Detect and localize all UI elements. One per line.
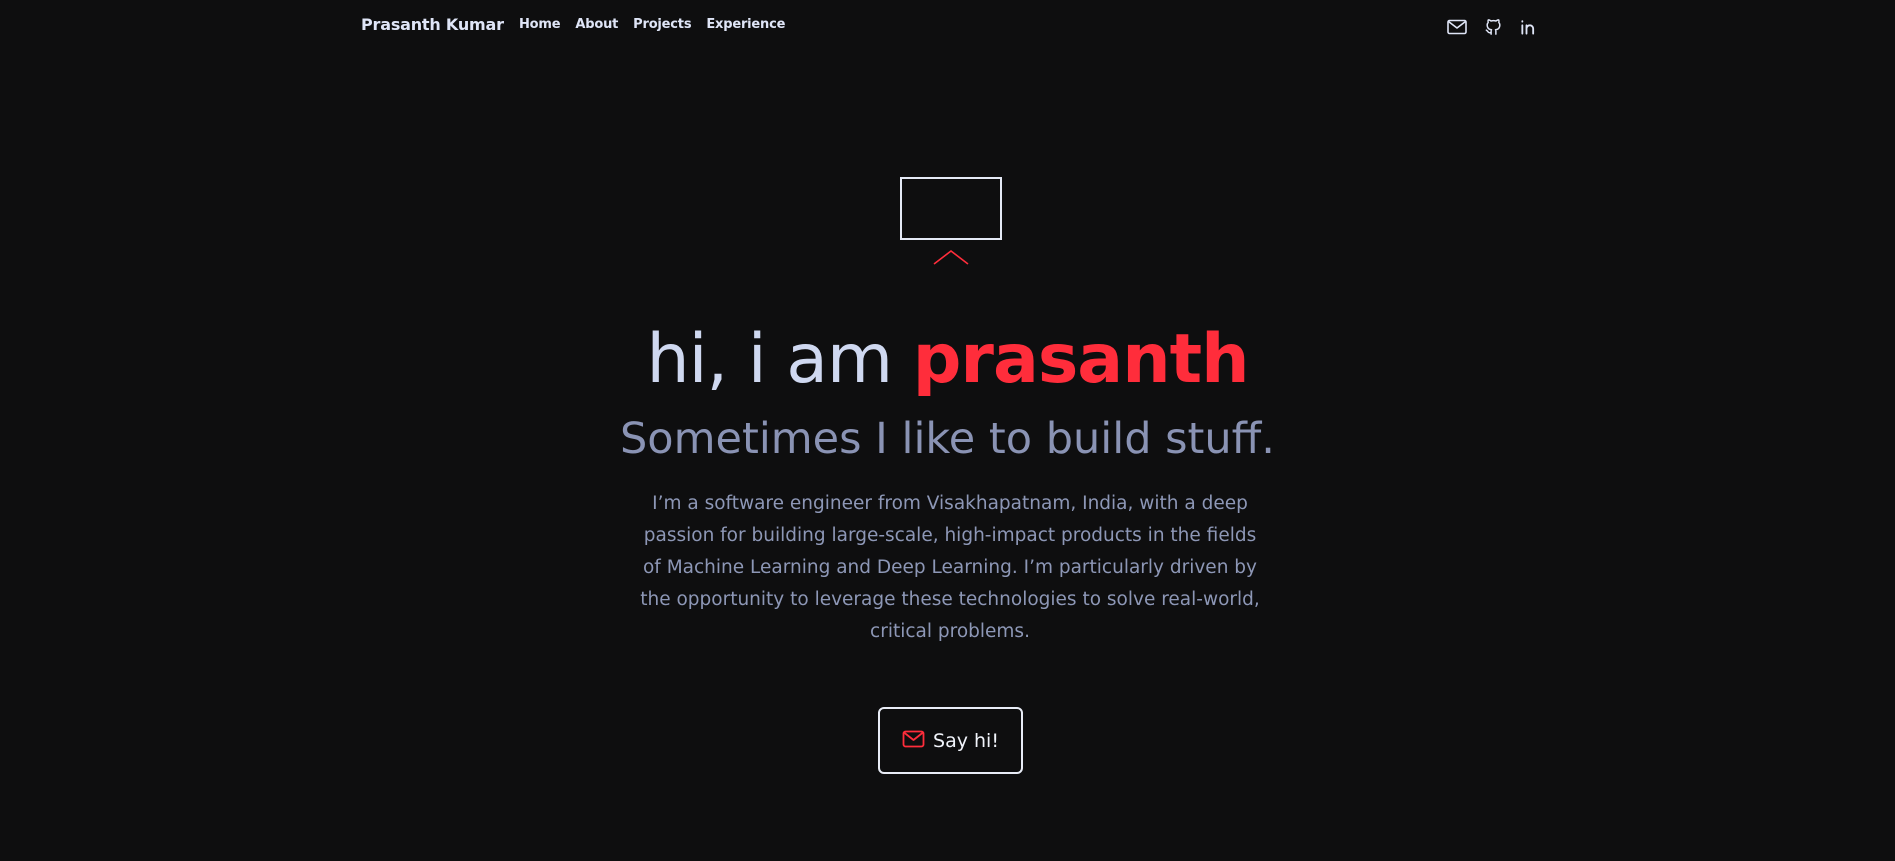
top-navbar: Prasanth Kumar Home About Projects Exper… <box>0 0 1895 52</box>
hero-name: prasanth <box>912 320 1250 399</box>
nav-link-home[interactable]: Home <box>519 17 561 32</box>
say-hi-button[interactable]: Say hi! <box>878 707 1023 774</box>
linkedin-icon <box>1519 17 1539 37</box>
hero-intro-paragraph: I’m a software engineer from Visakhapatn… <box>640 493 1260 642</box>
nav-links: Home About Projects Experience <box>519 17 785 32</box>
say-hi-label: Say hi! <box>933 729 999 752</box>
mail-icon <box>902 730 925 752</box>
brand-logo-text[interactable]: Prasanth Kumar <box>361 15 504 34</box>
mail-icon <box>1447 19 1467 35</box>
nav-link-projects[interactable]: Projects <box>633 17 691 32</box>
linkedin-link[interactable] <box>1518 16 1540 38</box>
hero-headline: hi, i am prasanth <box>0 318 1895 402</box>
nav-link-about[interactable]: About <box>575 17 618 32</box>
page: Prasanth Kumar Home About Projects Exper… <box>0 0 1895 861</box>
hero-tagline: Sometimes I like to build stuff. <box>620 414 1275 464</box>
hero-greeting: hi, i am <box>646 320 913 399</box>
monitor-illustration <box>900 177 1004 267</box>
nav-link-experience[interactable]: Experience <box>706 17 785 32</box>
github-link[interactable] <box>1482 16 1504 38</box>
social-links <box>1446 16 1540 38</box>
mail-link[interactable] <box>1446 16 1468 38</box>
github-icon <box>1484 17 1503 37</box>
